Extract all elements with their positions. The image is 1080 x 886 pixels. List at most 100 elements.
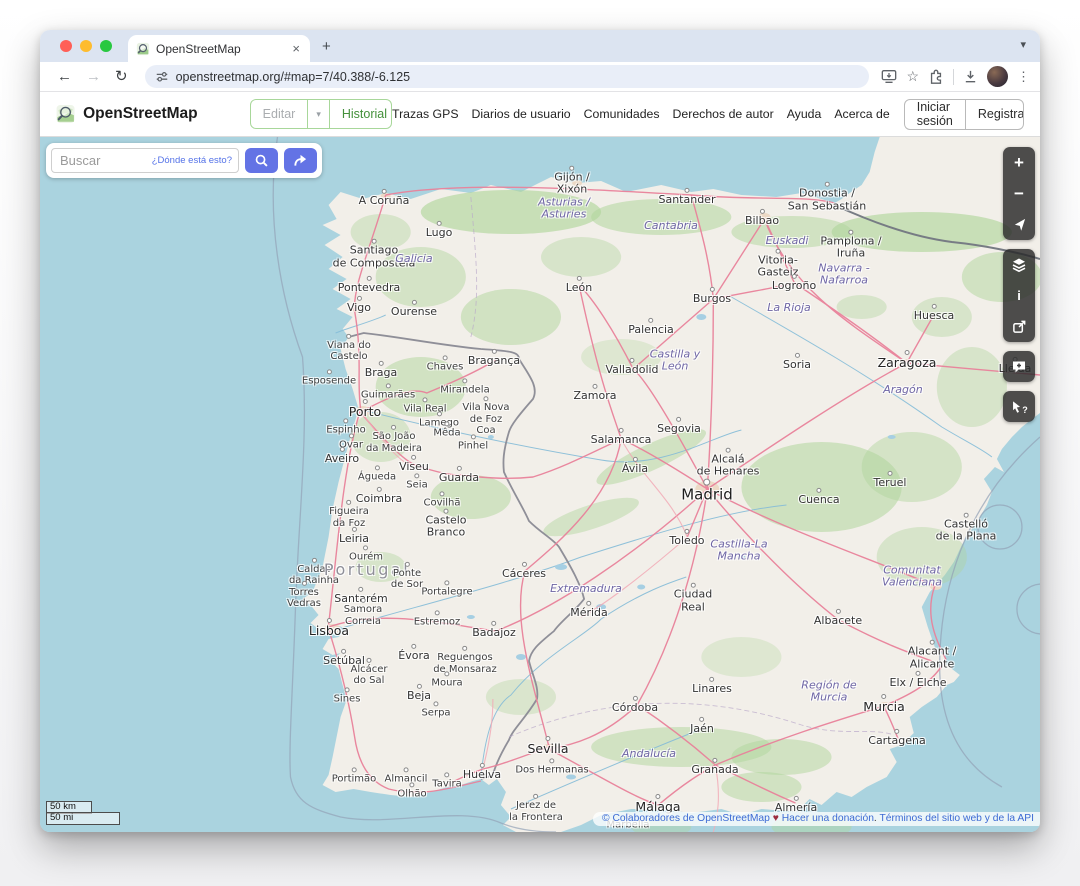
directions-button[interactable] [284,148,317,173]
login-button[interactable]: Iniciar sesión [905,100,965,129]
map-label-text: Covilhã [423,498,460,509]
nav-help[interactable]: Ayuda [787,107,822,121]
nav-about[interactable]: Acerca de [834,107,889,121]
nav-communities[interactable]: Comunidades [584,107,660,121]
history-button[interactable]: Historial [329,100,392,128]
map-label-text: Ovar [339,440,363,451]
back-icon[interactable]: ← [57,69,72,84]
city-dot [677,417,682,422]
profile-avatar[interactable] [987,66,1008,87]
geolocate-button[interactable] [1003,209,1035,240]
share-button[interactable] [1003,311,1035,342]
map-label-aragón: Aragón [883,384,922,396]
map-label-text: Viana do Castelo [327,339,371,361]
map-label-santander: Santander [658,188,715,206]
extensions-icon[interactable] [928,69,944,85]
signup-button[interactable]: Registrarse [965,100,1024,129]
map-label-serpa: Serpa [421,702,450,719]
downloads-icon[interactable] [963,69,978,84]
city-dot [366,658,371,663]
map-label-text: Lugo [426,227,453,239]
map-label-alacant-alicante: Alacant / Alicante [908,640,957,671]
map-label-vitoria-gasteiz: Vitoria- Gasteiz [758,249,799,280]
city-dot [649,318,654,323]
map-label-cuenca: Cuenca [798,488,839,506]
forward-icon[interactable]: → [86,69,101,84]
city-dot [351,527,356,532]
terms-link[interactable]: Términos del sitio web y de la API [879,813,1034,824]
edit-button[interactable]: Editar [251,100,308,128]
city-dot [349,434,354,439]
zoom-in-button[interactable]: + [1003,147,1035,178]
map-action-buttons: Editar ▾ Historial Exportar [250,99,392,129]
map-label-mérida: Mérida [570,601,608,619]
scale-bar: 50 km 50 mi [46,801,120,826]
map-label-logroño: Logroño [772,274,816,292]
map-label-pamplona-iruña: Pamplona / Iruña [820,229,881,260]
reload-icon[interactable]: ↻ [115,69,128,84]
city-dot [386,383,391,388]
donate-link[interactable]: Hacer una donación [782,813,874,824]
minimize-window-button[interactable] [80,40,92,52]
map-label-palencia: Palencia [628,318,674,336]
attribution-copyright-link[interactable]: © Colaboradores de OpenStreetMap [602,813,770,824]
nav-user-diaries[interactable]: Diarios de usuario [472,107,571,121]
query-features-button[interactable]: ? [1003,391,1035,422]
city-dot [462,379,467,384]
share-icon [1012,319,1027,334]
add-note-button[interactable] [1003,351,1035,382]
city-dot [587,601,592,606]
city-dot [415,474,420,479]
map-label-text: Figueira da Foz [329,506,369,528]
tab-close-icon[interactable]: × [290,41,302,56]
tab-search-chevron-icon[interactable]: ▾ [1020,38,1026,51]
zoom-out-button[interactable]: − [1003,178,1035,209]
map-label-text: Pamplona / Iruña [820,235,881,260]
map-label-asturias-asturies: Asturias / Asturies [538,196,590,221]
map-label-huelva: Huelva [463,762,501,780]
city-dot [366,276,371,281]
new-tab-icon[interactable]: + [322,38,331,55]
city-dot [929,640,934,645]
nav-gps-traces[interactable]: Trazas GPS [392,107,459,121]
search-button[interactable] [245,148,278,173]
where-is-this-link[interactable]: ¿Dónde está esto? [152,155,232,166]
layers-button[interactable] [1003,249,1035,280]
browser-menu-icon[interactable]: ⋮ [1017,69,1030,85]
city-dot [483,397,488,402]
map-label-murcia: Murcia [863,694,905,714]
city-dot [363,545,368,550]
save-page-icon[interactable] [881,69,897,84]
city-dot [456,466,461,471]
site-title[interactable]: OpenStreetMap [83,105,198,123]
city-dot [445,581,450,586]
city-dot [352,767,357,772]
map-label-text: Gijón / Xixón [554,171,590,196]
bookmark-star-icon[interactable]: ☆ [906,68,919,85]
map-label-text: Linares [692,683,732,695]
map-label-mêda: Mêda [433,421,460,438]
map-label-text: Aveiro [325,453,359,465]
map-label-évora: Évora [398,644,429,662]
map-attribution: © Colaboradores de OpenStreetMap ♥ Hacer… [593,812,1040,826]
city-dot [444,509,449,514]
site-settings-icon[interactable] [155,70,169,84]
edit-dropdown-button[interactable]: ▾ [307,100,329,128]
map-label-castelo-branco: Castelo Branco [425,509,466,540]
city-dot [776,249,781,254]
note-icon [1011,359,1027,375]
map-label-jaén: Jaén [690,717,714,735]
nav-copyright[interactable]: Derechos de autor [673,107,774,121]
browser-window: OpenStreetMap × + ▾ ← → ↻ openstreetmap.… [40,30,1040,832]
address-bar[interactable]: openstreetmap.org/#map=7/40.388/-6.125 [145,65,870,88]
map-key-button[interactable]: i [1003,280,1035,311]
map-label-sines: Sines [334,687,361,704]
browser-tab[interactable]: OpenStreetMap × [128,35,310,62]
close-window-button[interactable] [60,40,72,52]
map-label-braga: Braga [365,361,398,379]
maximize-window-button[interactable] [100,40,112,52]
map-label-text: Vila Nova de Foz Coa [462,403,509,437]
city-dot [932,304,937,309]
map-label-text: Aragón [883,384,922,396]
map-label-text: Coimbra [356,492,402,504]
